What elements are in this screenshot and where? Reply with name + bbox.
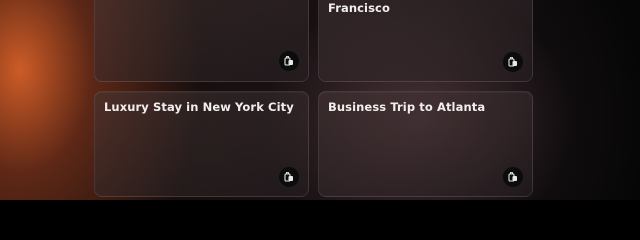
trip-grid: Francisco Luxury Stay in New York City B…	[0, 0, 640, 200]
trip-card[interactable]: Luxury Stay in New York City	[94, 91, 309, 197]
trip-card[interactable]	[94, 0, 309, 82]
luggage-icon	[283, 171, 295, 183]
trip-card[interactable]: Francisco	[318, 0, 533, 82]
luggage-icon	[507, 56, 519, 68]
luggage-button[interactable]	[278, 166, 300, 188]
trip-card-title: Business Trip to Atlanta	[328, 100, 486, 114]
luggage-button[interactable]	[502, 166, 524, 188]
luggage-button[interactable]	[502, 51, 524, 73]
luggage-icon	[283, 55, 295, 67]
trip-card[interactable]: Business Trip to Atlanta	[318, 91, 533, 197]
luggage-icon	[507, 171, 519, 183]
trip-card-title: Luxury Stay in New York City	[104, 100, 294, 114]
luggage-button[interactable]	[278, 50, 300, 72]
trip-card-title: Francisco	[328, 1, 390, 15]
